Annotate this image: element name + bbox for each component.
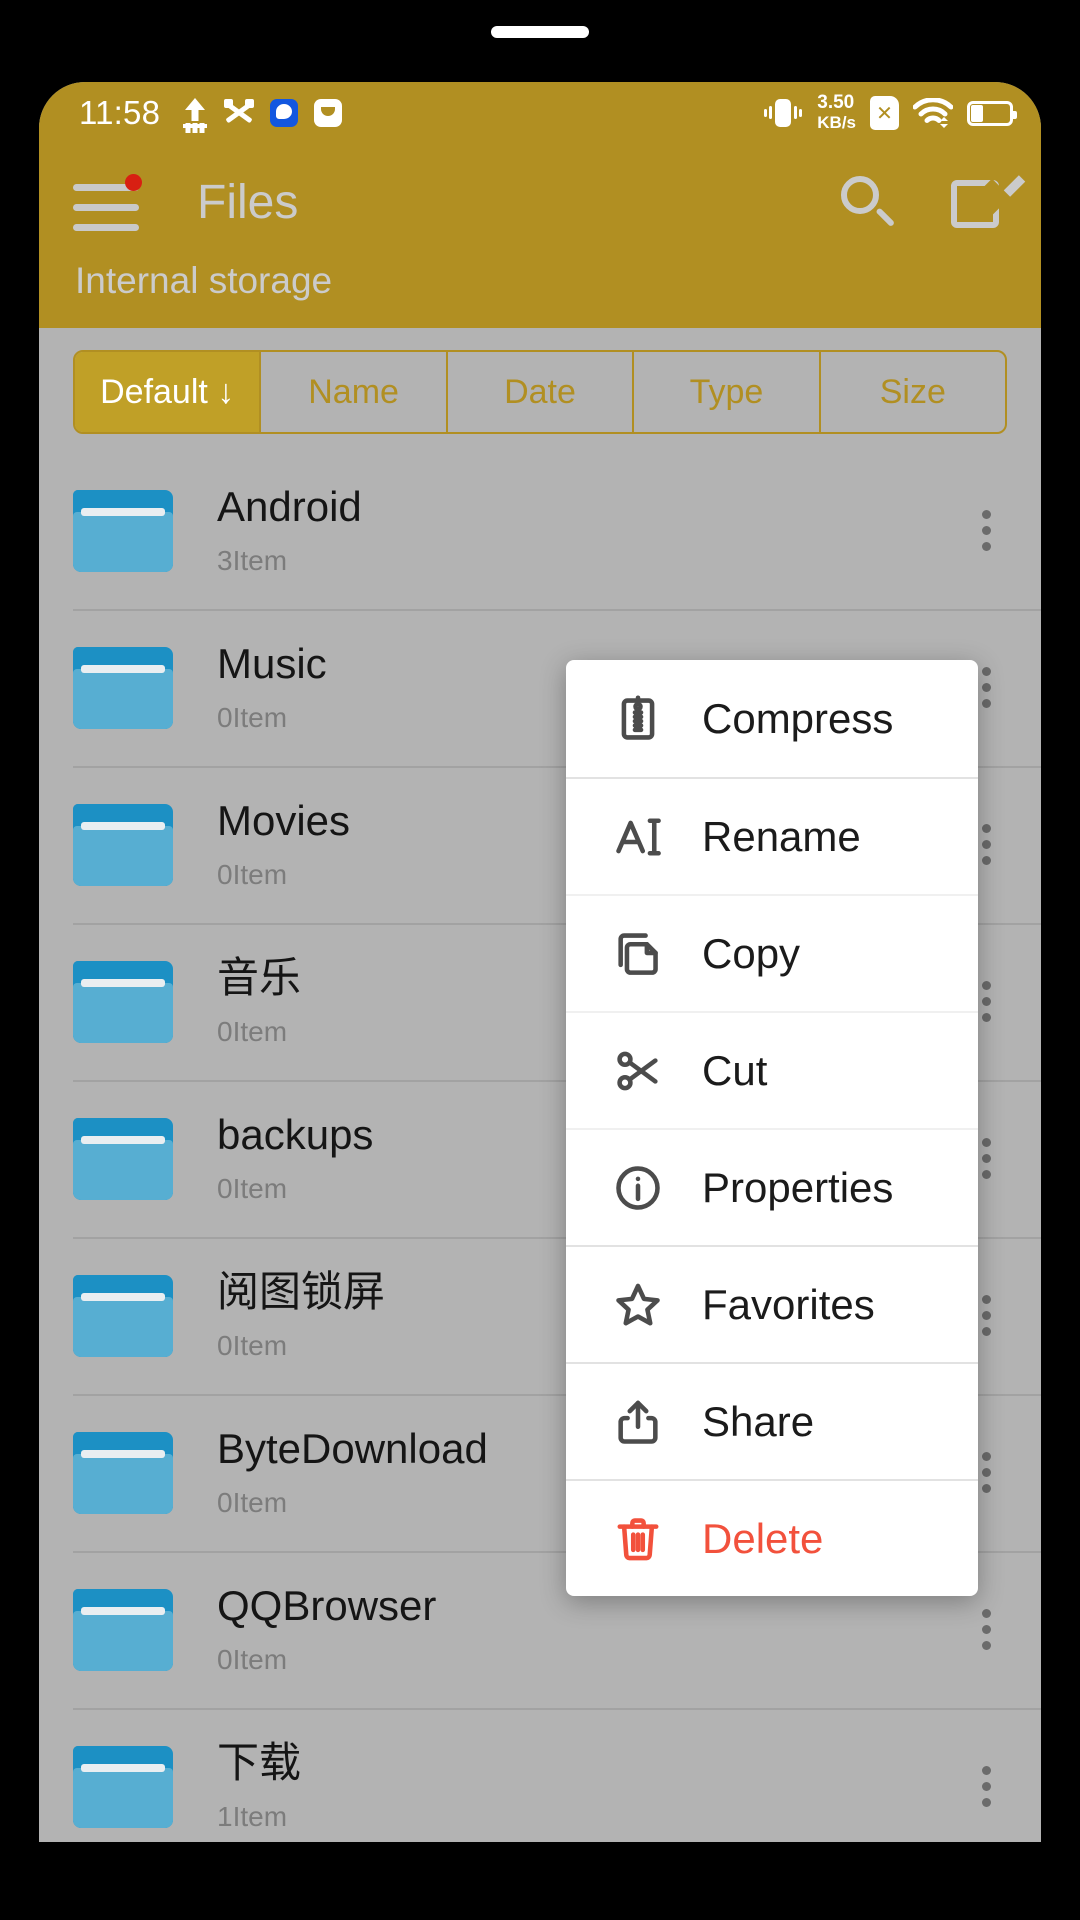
context-menu-item-label: Compress bbox=[702, 694, 894, 742]
hamburger-menu-button[interactable] bbox=[73, 174, 145, 231]
folder-icon bbox=[73, 1588, 173, 1671]
network-speed-unit: KB/s bbox=[817, 113, 856, 132]
blue-app-icon bbox=[270, 99, 299, 127]
row-overflow-menu-icon[interactable] bbox=[979, 974, 993, 1029]
wifi-icon bbox=[913, 98, 953, 128]
context-menu-item-label: Share bbox=[702, 1397, 815, 1445]
row-overflow-menu-icon[interactable] bbox=[979, 1445, 993, 1500]
file-row[interactable]: Android 3Item bbox=[39, 452, 1041, 609]
search-icon[interactable] bbox=[839, 174, 896, 230]
sort-tab-date[interactable]: Date bbox=[448, 352, 635, 432]
star-icon bbox=[612, 1279, 664, 1331]
network-speed-value: 3.50 bbox=[817, 92, 855, 113]
sort-tabs-container: Default ↓ Name Date Type Size bbox=[39, 328, 1041, 452]
folder-icon bbox=[73, 803, 173, 886]
network-speed: 3.50 KB/s bbox=[817, 93, 856, 133]
edit-icon[interactable] bbox=[951, 174, 1026, 230]
info-icon bbox=[612, 1162, 664, 1214]
sim-x-glyph: ✕ bbox=[876, 102, 893, 125]
notification-badge-dot bbox=[125, 174, 142, 191]
sort-tab-size[interactable]: Size bbox=[821, 352, 1005, 432]
file-item-count: 3Item bbox=[217, 544, 288, 576]
context-menu-item-label: Rename bbox=[702, 812, 861, 860]
file-meta: Android 3Item bbox=[217, 484, 979, 576]
context-menu-item-properties[interactable]: Properties bbox=[566, 1128, 978, 1245]
file-meta: 下载 1Item bbox=[217, 1740, 979, 1832]
tools-icon bbox=[224, 99, 255, 127]
sim-card-x-icon: ✕ bbox=[870, 96, 899, 130]
folder-icon bbox=[73, 1745, 173, 1828]
sort-tab-default[interactable]: Default ↓ bbox=[75, 352, 262, 432]
folder-icon bbox=[73, 646, 173, 729]
folder-icon bbox=[73, 960, 173, 1043]
status-bar-system-icons: 3.50 KB/s ✕ bbox=[763, 93, 1017, 133]
copy-icon bbox=[612, 928, 664, 980]
phone-screen: 11:58 3.50 KB/s ✕ Files Internal storage… bbox=[39, 82, 1041, 1842]
context-menu-item-rename[interactable]: Rename bbox=[566, 777, 978, 894]
vibrate-icon bbox=[763, 98, 803, 128]
file-name: Android bbox=[217, 483, 362, 531]
row-overflow-menu-icon[interactable] bbox=[979, 503, 993, 558]
sort-tab-name[interactable]: Name bbox=[261, 352, 448, 432]
row-overflow-menu-icon[interactable] bbox=[979, 817, 993, 872]
row-overflow-menu-icon[interactable] bbox=[979, 660, 993, 715]
zip-icon bbox=[612, 693, 664, 745]
context-menu-item-label: Cut bbox=[702, 1046, 768, 1094]
context-menu-item-label: Delete bbox=[702, 1514, 824, 1562]
screenshot-root: 11:58 3.50 KB/s ✕ Files Internal storage… bbox=[0, 0, 1080, 1920]
context-menu: Compress Rename Copy Cut Properties Favorites… bbox=[566, 660, 978, 1596]
context-menu-item-favorites[interactable]: Favorites bbox=[566, 1245, 978, 1362]
file-name: 下载 bbox=[217, 1739, 302, 1787]
row-overflow-menu-icon[interactable] bbox=[979, 1759, 993, 1814]
file-row[interactable]: 下载 1Item bbox=[39, 1708, 1041, 1842]
context-menu-item-label: Copy bbox=[702, 929, 801, 977]
status-bar-clock: 11:58 bbox=[79, 94, 161, 131]
scissors-icon bbox=[612, 1045, 664, 1097]
battery-icon bbox=[967, 100, 1017, 126]
file-item-count: 1Item bbox=[217, 1800, 288, 1832]
status-bar: 11:58 3.50 KB/s ✕ bbox=[39, 82, 1041, 144]
trash-icon bbox=[612, 1513, 664, 1565]
context-menu-item-copy[interactable]: Copy bbox=[566, 894, 978, 1011]
row-overflow-menu-icon[interactable] bbox=[979, 1288, 993, 1343]
file-meta: QQBrowser 0Item bbox=[217, 1583, 979, 1675]
context-menu-item-label: Favorites bbox=[702, 1280, 875, 1328]
app-bar: Files Internal storage bbox=[39, 144, 1041, 328]
context-menu-item-compress[interactable]: Compress bbox=[566, 660, 978, 777]
context-menu-item-cut[interactable]: Cut bbox=[566, 1011, 978, 1128]
context-menu-item-share[interactable]: Share bbox=[566, 1362, 978, 1479]
folder-icon bbox=[73, 1117, 173, 1200]
folder-icon bbox=[73, 1274, 173, 1357]
rename-icon bbox=[612, 811, 664, 863]
folder-icon bbox=[73, 1431, 173, 1514]
file-item-count: 0Item bbox=[217, 1643, 288, 1675]
status-bar-notification-icons bbox=[182, 98, 343, 128]
context-menu-item-label: Properties bbox=[702, 1163, 894, 1211]
page-title: Files bbox=[197, 175, 299, 229]
share-icon bbox=[612, 1396, 664, 1448]
row-overflow-menu-icon[interactable] bbox=[979, 1131, 993, 1186]
upload-icon bbox=[182, 98, 208, 128]
sort-tabs: Default ↓ Name Date Type Size bbox=[73, 350, 1007, 434]
context-menu-item-delete[interactable]: Delete bbox=[566, 1479, 978, 1596]
breadcrumb[interactable]: Internal storage bbox=[73, 260, 1007, 328]
folder-icon bbox=[73, 489, 173, 572]
notch-pill bbox=[491, 26, 589, 38]
white-app-icon bbox=[314, 99, 343, 127]
sort-tab-type[interactable]: Type bbox=[634, 352, 821, 432]
row-overflow-menu-icon[interactable] bbox=[979, 1602, 993, 1657]
